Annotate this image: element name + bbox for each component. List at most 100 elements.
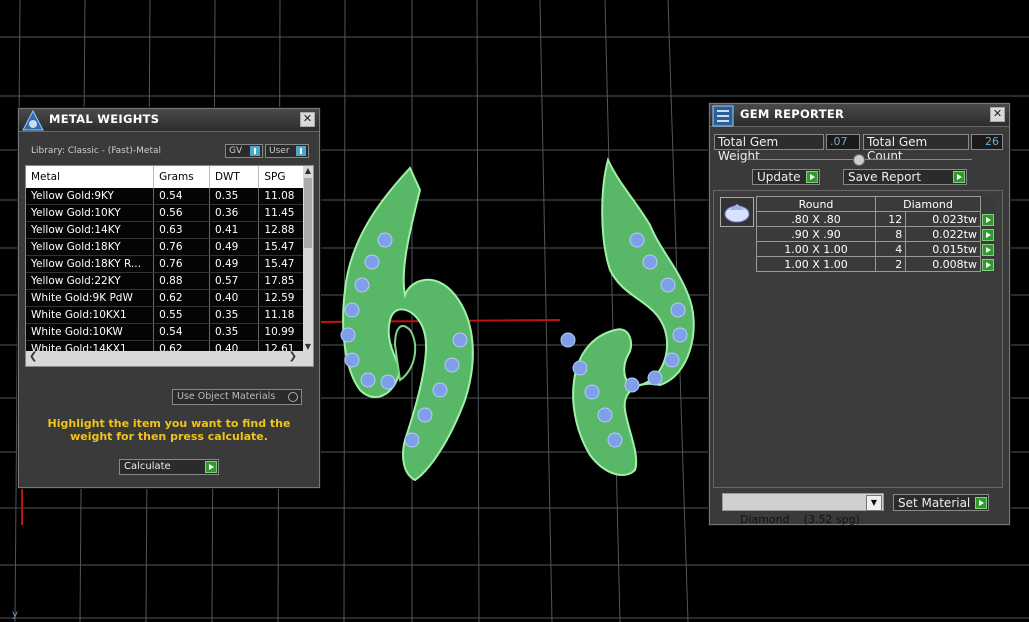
splitter-handle-icon[interactable] — [853, 154, 865, 166]
grams-cell: 0.55 — [153, 306, 210, 324]
metal-row[interactable]: White Gold:10KW 0.54 0.35 10.99 — [26, 323, 304, 341]
spg-cell: 15.47 — [258, 255, 304, 273]
metal-weights-panel: METAL WEIGHTS ✕ Library: Classic - (Fast… — [18, 108, 320, 488]
dwt-cell: 0.35 — [209, 323, 260, 341]
metal-table: Metal Grams DWT SPG Yellow Gold:9KY 0.54 0… — [26, 166, 304, 366]
dwt-cell: 0.41 — [209, 221, 260, 239]
dwt-cell: 0.49 — [209, 238, 260, 256]
select-gem-arrow-icon[interactable] — [982, 243, 994, 256]
metal-row[interactable]: Yellow Gold:22KY 0.88 0.57 17.85 — [26, 272, 304, 290]
gem-reporter-logo-icon — [712, 105, 734, 127]
spg-cell: 12.88 — [258, 221, 304, 239]
gem-reporter-panel: GEM REPORTER ✕ Total Gem Weight .07 Tota… — [709, 103, 1010, 526]
metal-row[interactable]: Yellow Gold:18KY 0.76 0.49 15.47 — [26, 238, 304, 256]
gem-reporter-titlebar[interactable]: GEM REPORTER ✕ — [710, 104, 1009, 127]
metal-name-cell: Yellow Gold:18KY — [26, 238, 155, 256]
gem-count-cell: 2 — [874, 256, 907, 272]
instructions-text: Highlight the item you want to find the … — [47, 417, 291, 443]
gem-weight-cell: 0.008tw — [905, 256, 981, 272]
grams-cell: 0.88 — [153, 272, 210, 290]
metal-table-header: Metal Grams DWT SPG — [26, 166, 304, 188]
gv-toggle-indicator-icon — [250, 146, 260, 156]
metal-row[interactable]: Yellow Gold:18KY R... 0.76 0.49 15.47 — [26, 255, 304, 273]
dwt-cell: 0.49 — [209, 255, 260, 273]
dwt-cell: 0.36 — [209, 204, 260, 222]
metal-row[interactable]: Yellow Gold:14KY 0.63 0.41 12.88 — [26, 221, 304, 239]
close-gem-reporter-button[interactable]: ✕ — [990, 107, 1005, 122]
select-gem-arrow-icon[interactable] — [982, 228, 994, 241]
grams-cell: 0.76 — [153, 255, 210, 273]
use-object-materials-toggle[interactable]: Use Object Materials — [172, 389, 302, 405]
spg-cell: 11.18 — [258, 306, 304, 324]
metal-name-cell: Yellow Gold:22KY — [26, 272, 155, 290]
left-earring-model[interactable] — [342, 166, 474, 482]
scroll-left-arrow-icon[interactable]: ❮ — [29, 351, 37, 362]
gem-row[interactable]: 1.00 X 1.00 2 0.008tw — [756, 256, 996, 272]
dwt-cell: 0.57 — [209, 272, 260, 290]
close-metal-weights-button[interactable]: ✕ — [300, 112, 315, 127]
update-button[interactable]: Update — [752, 169, 820, 185]
round-diamond-thumbnail[interactable] — [720, 197, 754, 227]
total-gem-weight-value: .07 — [826, 134, 860, 150]
material-select[interactable]: Diamond (3.52 spg) ▼ — [722, 493, 884, 526]
scroll-up-arrow-icon[interactable]: ▲ — [303, 166, 313, 175]
metal-row[interactable]: White Gold:10KX1 0.55 0.35 11.18 — [26, 306, 304, 324]
spg-cell: 12.59 — [258, 289, 304, 307]
gem-size-cell: .90 X .90 — [756, 226, 876, 242]
column-header-grams[interactable]: Grams — [153, 166, 210, 188]
metal-table-container[interactable]: Metal Grams DWT SPG Yellow Gold:9KY 0.54 0… — [25, 165, 314, 367]
column-header-metal[interactable]: Metal — [26, 166, 155, 188]
total-gem-count-label: Total Gem Count — [863, 134, 969, 163]
gem-count-cell: 12 — [874, 211, 907, 227]
spg-cell: 11.45 — [258, 204, 304, 222]
column-header-dwt[interactable]: DWT — [209, 166, 260, 188]
gem-row[interactable]: .80 X .80 12 0.023tw — [756, 211, 996, 227]
metal-weights-titlebar[interactable]: METAL WEIGHTS ✕ — [19, 109, 319, 132]
metal-row[interactable]: Yellow Gold:10KY 0.56 0.36 11.45 — [26, 204, 304, 222]
gem-table-header: Round Diamond — [756, 196, 996, 212]
gem-weight-cell: 0.015tw — [905, 241, 981, 257]
set-material-button[interactable]: Set Material — [893, 494, 989, 511]
gem-row[interactable]: 1.00 X 1.00 4 0.015tw — [756, 241, 996, 257]
gv-toggle[interactable]: GV — [225, 144, 263, 158]
metal-row[interactable]: Yellow Gold:9KY 0.54 0.35 11.08 — [26, 188, 304, 205]
dwt-cell: 0.35 — [209, 188, 260, 205]
right-earring-model[interactable] — [572, 157, 695, 476]
library-label: Library: Classic - (Fast)-Metal — [31, 146, 162, 156]
metal-name-cell: Yellow Gold:18KY R... — [26, 255, 155, 273]
spg-cell: 15.47 — [258, 238, 304, 256]
metal-name-cell: White Gold:9K PdW — [26, 289, 155, 307]
dwt-cell: 0.35 — [209, 306, 260, 324]
metal-name-cell: White Gold:10KX1 — [26, 306, 155, 324]
grams-cell: 0.56 — [153, 204, 210, 222]
select-dropdown-arrow-icon[interactable]: ▼ — [866, 495, 882, 511]
gem-table: Round Diamond .80 X .80 12 0.023tw .90 X .9… — [756, 196, 996, 272]
metal-weights-logo-icon — [22, 110, 44, 131]
user-toggle[interactable]: User — [265, 144, 309, 158]
set-material-arrow-icon — [975, 497, 987, 509]
scroll-thumb[interactable] — [304, 178, 312, 248]
calculate-arrow-icon — [205, 461, 217, 473]
axis-label: y — [12, 609, 18, 620]
select-gem-arrow-icon[interactable] — [982, 258, 994, 271]
grams-cell: 0.76 — [153, 238, 210, 256]
gem-size-cell: 1.00 X 1.00 — [756, 256, 876, 272]
metal-weights-title: METAL WEIGHTS — [49, 112, 160, 126]
scroll-down-arrow-icon[interactable]: ▼ — [303, 342, 313, 351]
gem-weight-cell: 0.023tw — [905, 211, 981, 227]
scroll-right-arrow-icon[interactable]: ❯ — [289, 351, 297, 362]
metal-name-cell: Yellow Gold:9KY — [26, 188, 155, 205]
user-toggle-indicator-icon — [296, 146, 306, 156]
gem-size-cell: 1.00 X 1.00 — [756, 241, 876, 257]
gem-row[interactable]: .90 X .90 8 0.022tw — [756, 226, 996, 242]
save-report-button[interactable]: Save Report — [843, 169, 967, 185]
metal-table-horizontal-scrollbar[interactable]: ❮ ❯ — [26, 351, 313, 366]
gem-header-shape: Round — [756, 196, 876, 212]
metal-row[interactable]: White Gold:9K PdW 0.62 0.40 12.59 — [26, 289, 304, 307]
select-gem-arrow-icon[interactable] — [982, 213, 994, 226]
metal-name-cell: Yellow Gold:14KY — [26, 221, 155, 239]
grams-cell: 0.54 — [153, 188, 210, 205]
metal-table-vertical-scrollbar[interactable]: ▲ ▼ — [303, 166, 313, 351]
column-header-spg[interactable]: SPG — [258, 166, 304, 188]
calculate-button[interactable]: Calculate — [119, 459, 219, 475]
